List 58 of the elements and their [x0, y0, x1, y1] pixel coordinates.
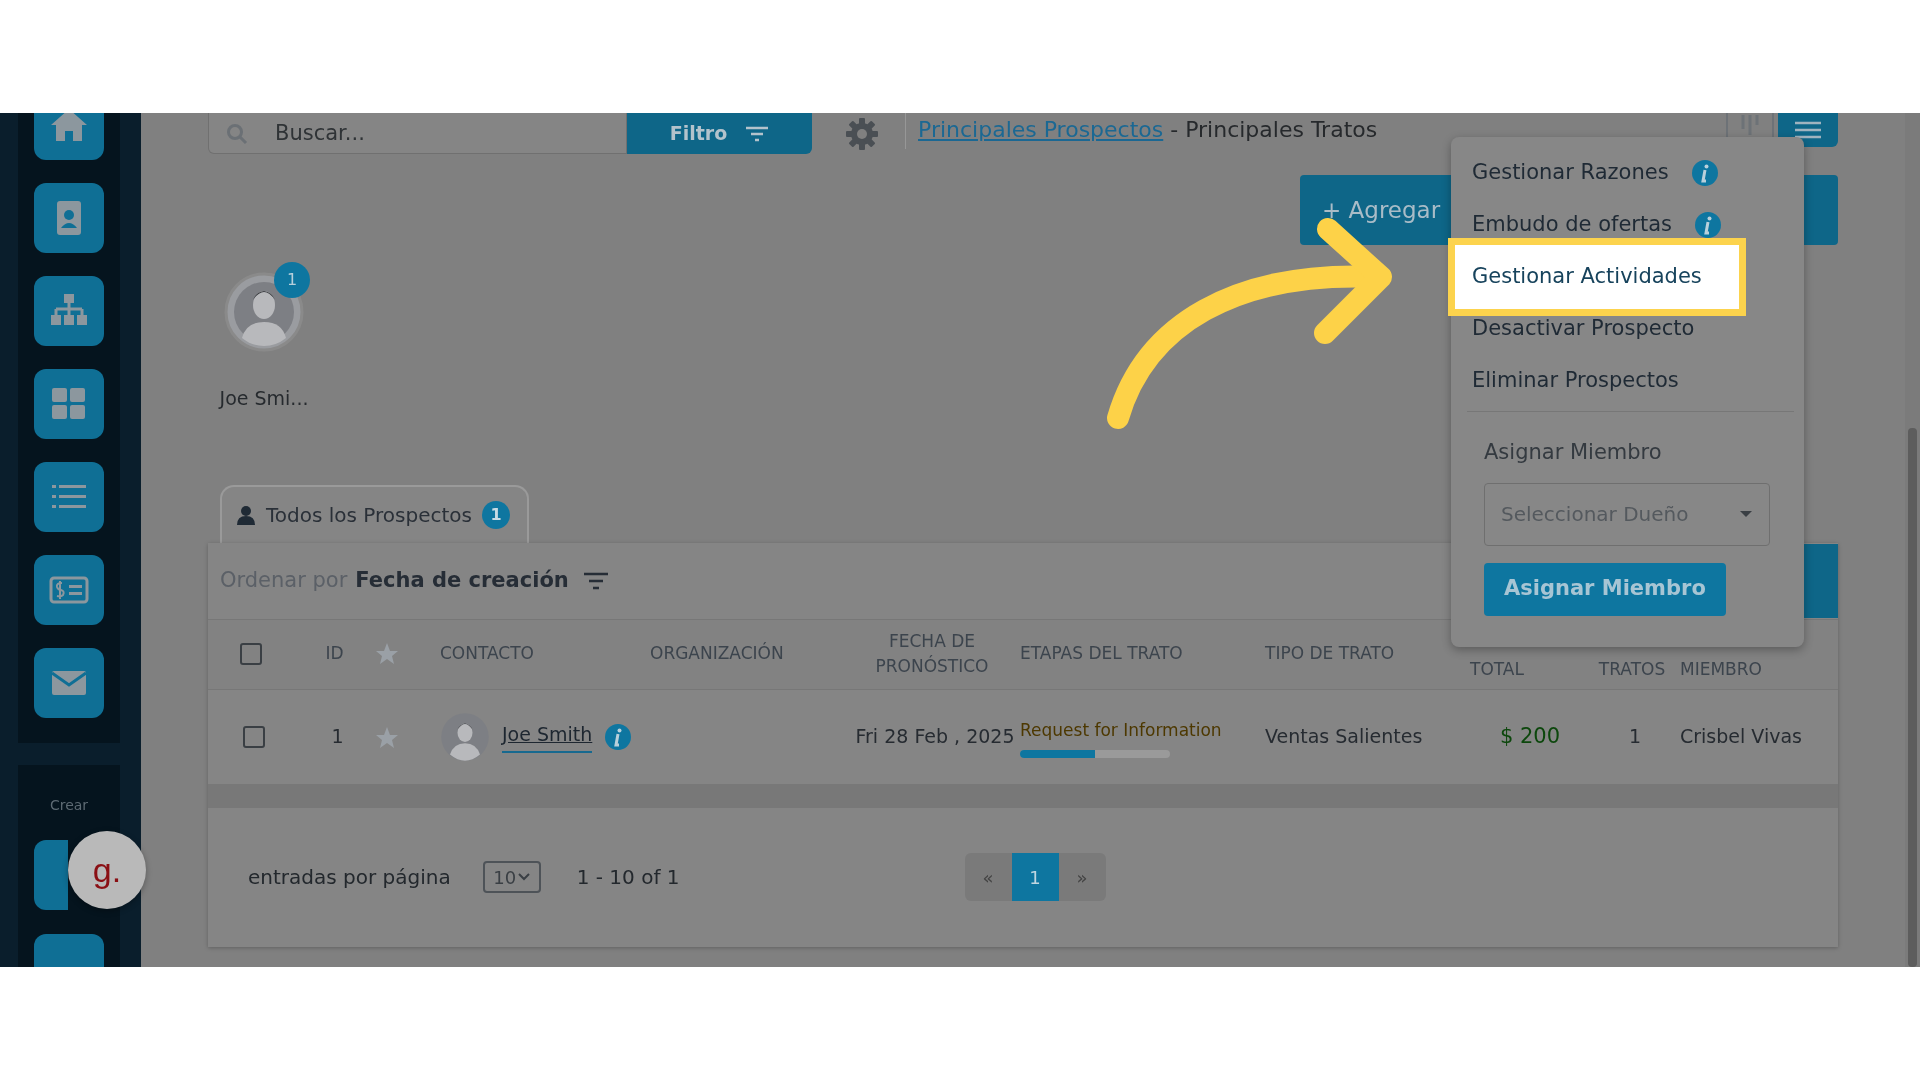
column-header: TIPO DE TRATO	[1265, 643, 1395, 664]
tab[interactable]: Todos los Prospectos 1	[220, 484, 529, 543]
table-cell-text: 1	[1628, 724, 1642, 750]
column-header: MIEMBRO	[1680, 659, 1762, 679]
column-header: FECHA DE PRONÓSTICO	[874, 629, 990, 678]
sidebar-button[interactable]	[34, 462, 104, 532]
sidebar-button[interactable]	[34, 555, 104, 625]
breadcrumb-current: - Principales Tratos	[1169, 117, 1378, 142]
page-button[interactable]: 1	[1011, 853, 1059, 901]
sort-icon[interactable]	[582, 570, 609, 591]
star-icon[interactable]	[375, 642, 399, 667]
avatar	[440, 711, 490, 762]
caret-icon	[1739, 510, 1753, 518]
search-field[interactable]: Buscar...	[208, 113, 627, 154]
person-icon	[236, 504, 256, 525]
column-header: ORGANIZACIÓN	[650, 643, 784, 664]
menu-item[interactable]: Eliminar Prospectos	[1451, 355, 1804, 407]
filter-button[interactable]: Filtro	[627, 113, 812, 154]
per-page-select[interactable]: 10	[482, 861, 541, 893]
page-range: 1 - 10 of 1	[576, 864, 680, 891]
sort-value[interactable]: Fecha de creación	[355, 564, 569, 597]
scrollbar[interactable]	[1905, 113, 1920, 967]
menu-icon	[1793, 120, 1823, 140]
star-icon[interactable]	[375, 725, 399, 750]
column-header: TRATOS	[1598, 658, 1666, 681]
owner-name: Joe Smi...	[219, 386, 309, 411]
sidebar-button[interactable]	[34, 648, 104, 718]
previous-page-button[interactable]: «	[964, 853, 1012, 901]
checkbox[interactable]	[243, 725, 265, 748]
section-label: Crear	[49, 796, 89, 815]
settings-icon[interactable]	[845, 116, 879, 151]
next-page-button[interactable]: »	[1058, 853, 1106, 901]
column-header: ID	[325, 642, 344, 666]
table-cell: Ventas Salientes	[1265, 725, 1423, 748]
column-header: CONTACTO	[440, 643, 534, 664]
stage-label: Request for Information	[1020, 719, 1222, 743]
sidebar-button[interactable]	[34, 369, 104, 439]
table-cell-text: Fri 28 Feb , 2025	[855, 724, 1015, 750]
count-badge: 1	[274, 262, 310, 298]
sidebar-button[interactable]	[34, 840, 68, 910]
table-cell-text: $ 200	[1499, 722, 1561, 750]
contact-link[interactable]: Joe Smith	[502, 719, 593, 754]
sidebar-button[interactable]	[34, 276, 104, 346]
menu-item[interactable]: Gestionar Actividades	[1448, 238, 1746, 316]
filter-icon	[745, 124, 770, 143]
field-label: Asignar Miembro	[1483, 439, 1663, 466]
column-header: ETAPAS DEL TRATO	[1020, 643, 1183, 664]
assign-button[interactable]: Asignar Miembro	[1484, 562, 1726, 616]
info-icon[interactable]	[604, 722, 633, 751]
caret-icon	[518, 873, 531, 881]
per-page-label: entradas por página	[248, 864, 451, 891]
table-cell: Crisbel Vivas	[1680, 725, 1802, 748]
sidebar-button[interactable]	[34, 183, 104, 253]
count-badge: 1	[482, 500, 510, 529]
search-icon	[226, 123, 248, 145]
table-cell-text: 1	[331, 724, 344, 750]
column-header: TOTAL	[1470, 659, 1524, 679]
checkbox[interactable]	[240, 643, 262, 665]
